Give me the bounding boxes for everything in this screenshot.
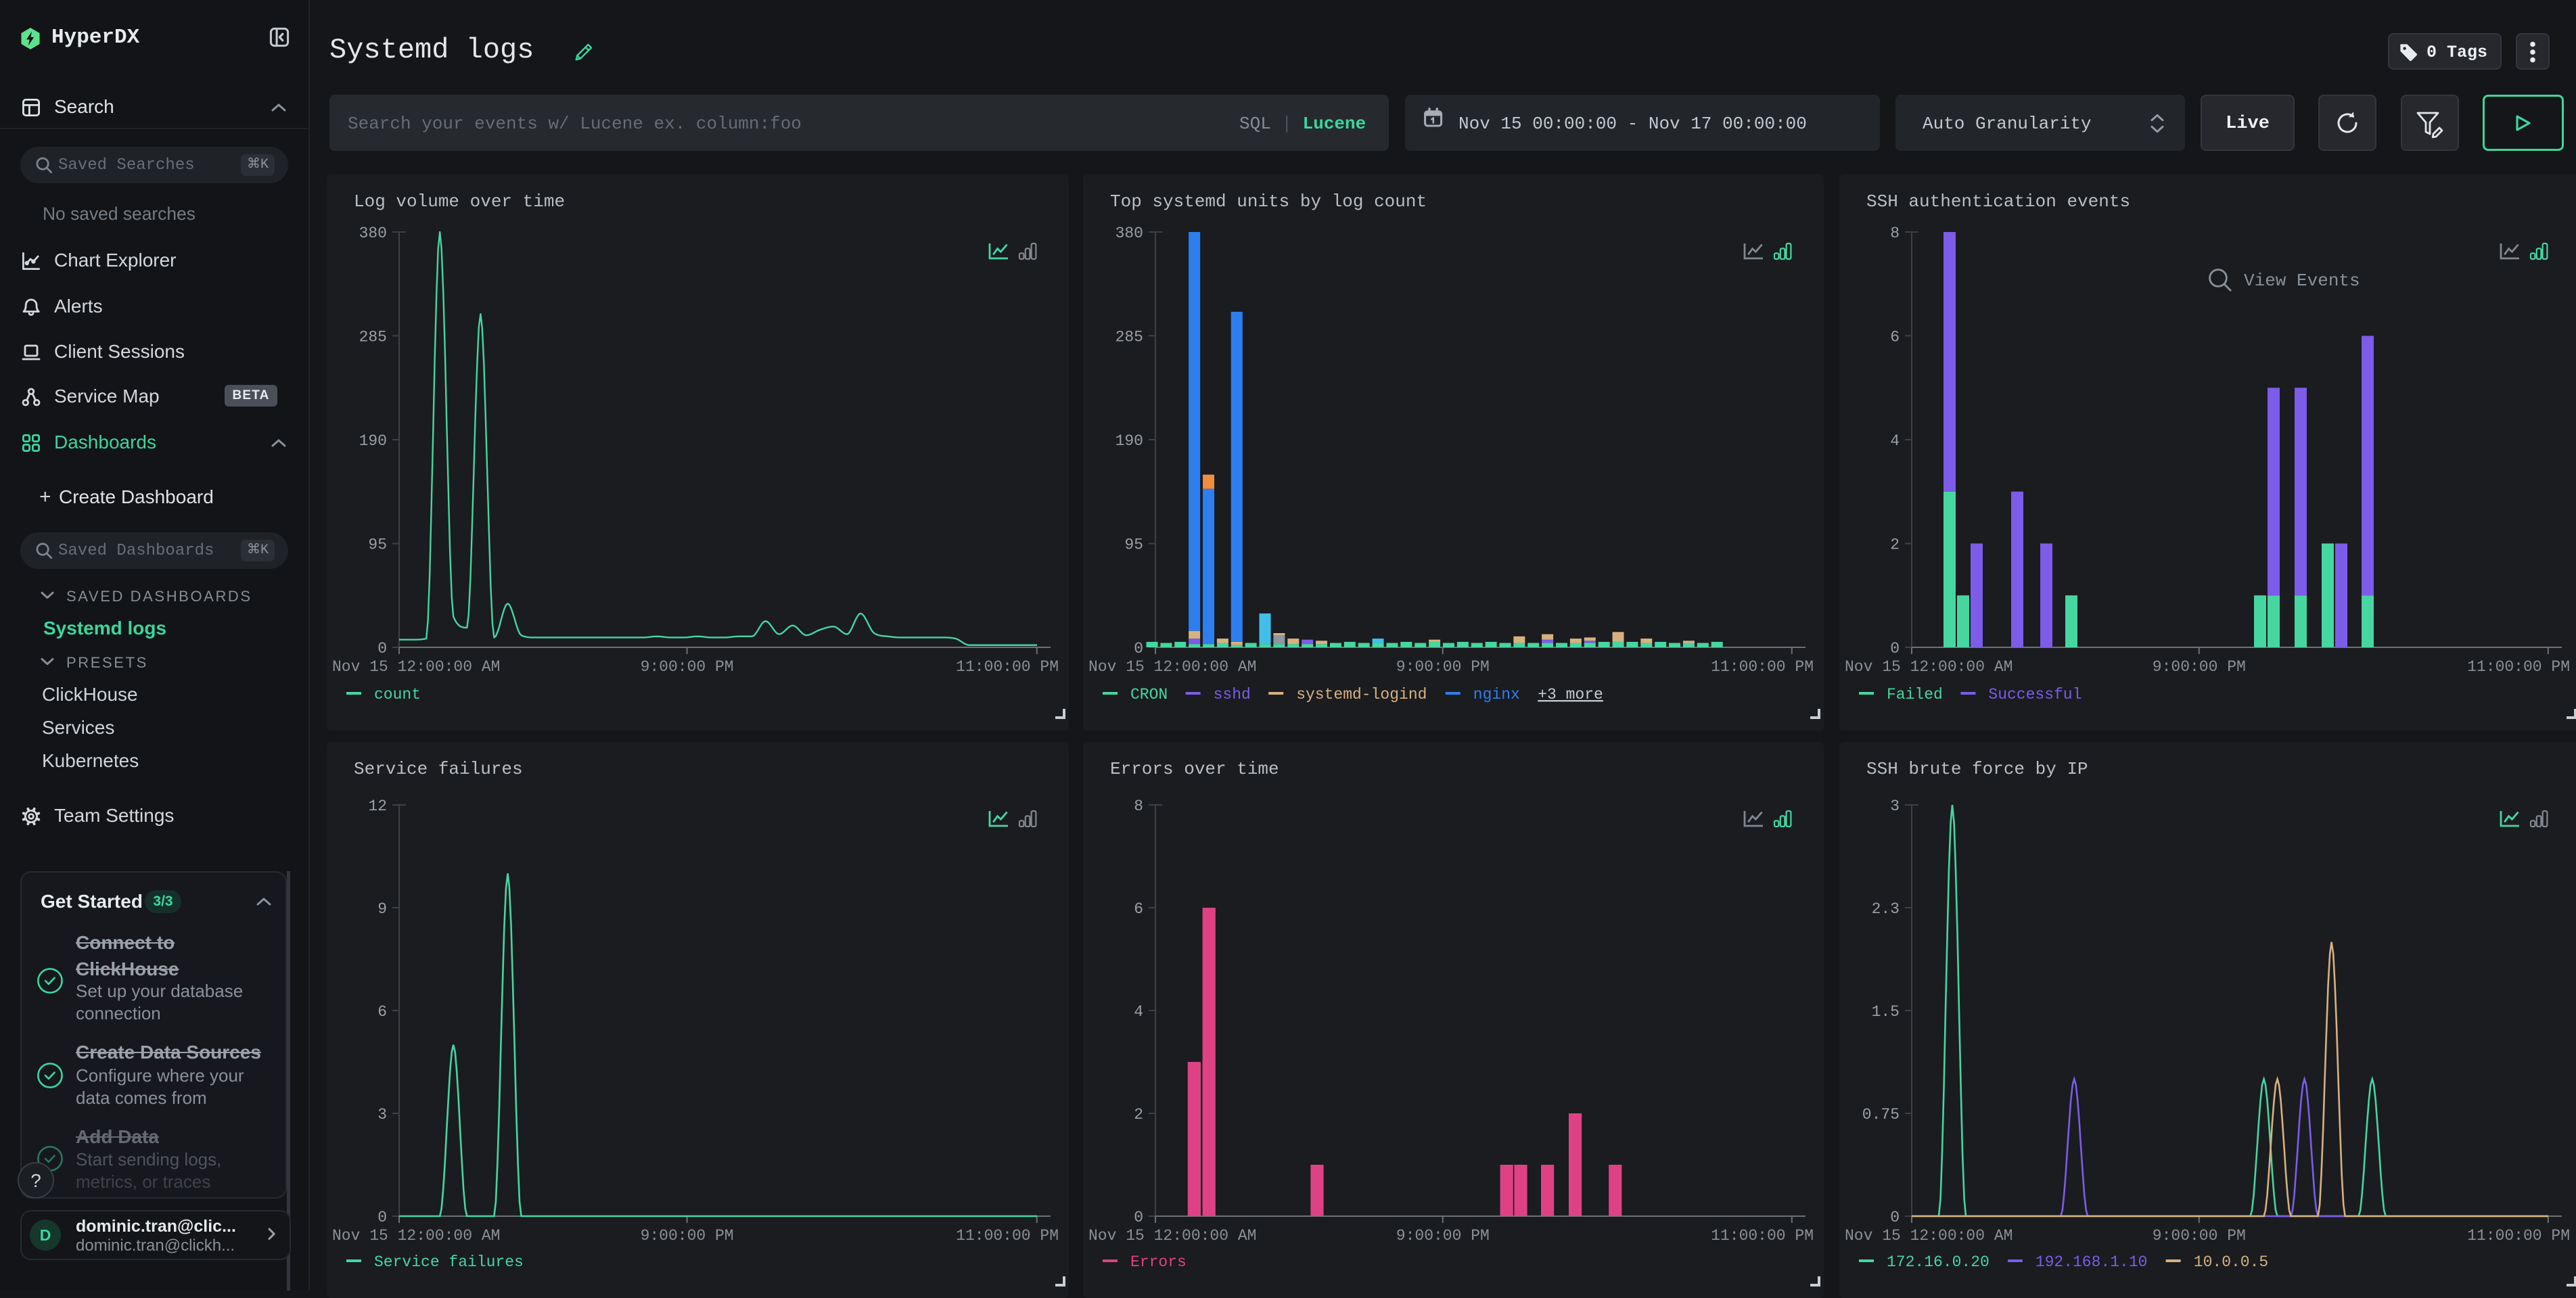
svg-text:0: 0 <box>377 1209 387 1226</box>
svg-text:0: 0 <box>1890 640 1900 657</box>
svg-text:2: 2 <box>1134 1106 1143 1123</box>
svg-text:0: 0 <box>377 640 387 657</box>
svg-text:11:00:00 PM: 11:00:00 PM <box>2467 658 2570 676</box>
svg-text:+3 more: +3 more <box>1538 686 1603 703</box>
svg-text:count: count <box>374 686 421 703</box>
svg-text:6: 6 <box>1890 328 1900 346</box>
svg-text:12: 12 <box>368 797 387 815</box>
svg-text:10.0.0.5: 10.0.0.5 <box>2194 1253 2268 1271</box>
svg-text:Successful: Successful <box>1988 686 2082 703</box>
svg-text:9:00:00 PM: 9:00:00 PM <box>1396 1227 1490 1245</box>
svg-text:4: 4 <box>1890 432 1900 450</box>
svg-text:Service failures: Service failures <box>374 1253 524 1271</box>
svg-text:3: 3 <box>377 1106 387 1123</box>
svg-text:95: 95 <box>1124 536 1143 554</box>
svg-text:systemd-logind: systemd-logind <box>1296 686 1427 703</box>
svg-text:285: 285 <box>359 328 387 346</box>
svg-text:Errors: Errors <box>1130 1253 1187 1271</box>
svg-text:1.5: 1.5 <box>1872 1003 1900 1021</box>
svg-text:Nov 15 12:00:00 AM: Nov 15 12:00:00 AM <box>332 1227 500 1245</box>
svg-text:95: 95 <box>368 536 387 554</box>
svg-text:11:00:00 PM: 11:00:00 PM <box>1711 658 1814 676</box>
svg-text:380: 380 <box>1116 225 1143 242</box>
svg-text:2: 2 <box>1890 536 1900 554</box>
svg-text:View Events: View Events <box>2244 271 2360 291</box>
svg-text:4: 4 <box>1134 1003 1143 1021</box>
svg-text:11:00:00 PM: 11:00:00 PM <box>1711 1227 1814 1245</box>
svg-text:0: 0 <box>1890 1209 1900 1226</box>
svg-text:8: 8 <box>1890 225 1900 242</box>
svg-text:0: 0 <box>1134 1209 1143 1226</box>
svg-text:11:00:00 PM: 11:00:00 PM <box>956 658 1059 676</box>
svg-text:Nov 15 12:00:00 AM: Nov 15 12:00:00 AM <box>1845 1227 2013 1245</box>
svg-text:sshd: sshd <box>1214 686 1251 703</box>
svg-text:192.168.1.10: 192.168.1.10 <box>2036 1253 2148 1271</box>
svg-text:9:00:00 PM: 9:00:00 PM <box>1396 658 1490 676</box>
svg-text:nginx: nginx <box>1473 686 1520 703</box>
svg-text:Nov 15 12:00:00 AM: Nov 15 12:00:00 AM <box>1088 658 1256 676</box>
svg-text:9: 9 <box>377 900 387 918</box>
svg-text:Nov 15 12:00:00 AM: Nov 15 12:00:00 AM <box>1088 1227 1256 1245</box>
svg-text:190: 190 <box>359 432 387 450</box>
svg-text:285: 285 <box>1116 328 1143 346</box>
svg-text:9:00:00 PM: 9:00:00 PM <box>641 1227 734 1245</box>
svg-text:0.75: 0.75 <box>1862 1106 1900 1123</box>
svg-text:9:00:00 PM: 9:00:00 PM <box>2153 1227 2246 1245</box>
svg-text:Nov 15 12:00:00 AM: Nov 15 12:00:00 AM <box>332 658 500 676</box>
svg-text:172.16.0.20: 172.16.0.20 <box>1887 1253 1990 1271</box>
svg-text:3: 3 <box>1890 797 1900 815</box>
svg-text:0: 0 <box>1134 640 1143 657</box>
svg-text:Nov 15 12:00:00 AM: Nov 15 12:00:00 AM <box>1845 658 2013 676</box>
svg-text:11:00:00 PM: 11:00:00 PM <box>2467 1227 2570 1245</box>
svg-text:380: 380 <box>359 225 387 242</box>
svg-text:190: 190 <box>1116 432 1143 450</box>
svg-text:11:00:00 PM: 11:00:00 PM <box>956 1227 1059 1245</box>
svg-text:6: 6 <box>377 1003 387 1021</box>
svg-text:8: 8 <box>1134 797 1143 815</box>
svg-text:Failed: Failed <box>1887 686 1943 703</box>
svg-text:9:00:00 PM: 9:00:00 PM <box>2153 658 2246 676</box>
svg-text:9:00:00 PM: 9:00:00 PM <box>641 658 734 676</box>
svg-text:CRON: CRON <box>1130 686 1168 703</box>
svg-text:2.3: 2.3 <box>1872 900 1900 918</box>
svg-text:6: 6 <box>1134 900 1143 918</box>
